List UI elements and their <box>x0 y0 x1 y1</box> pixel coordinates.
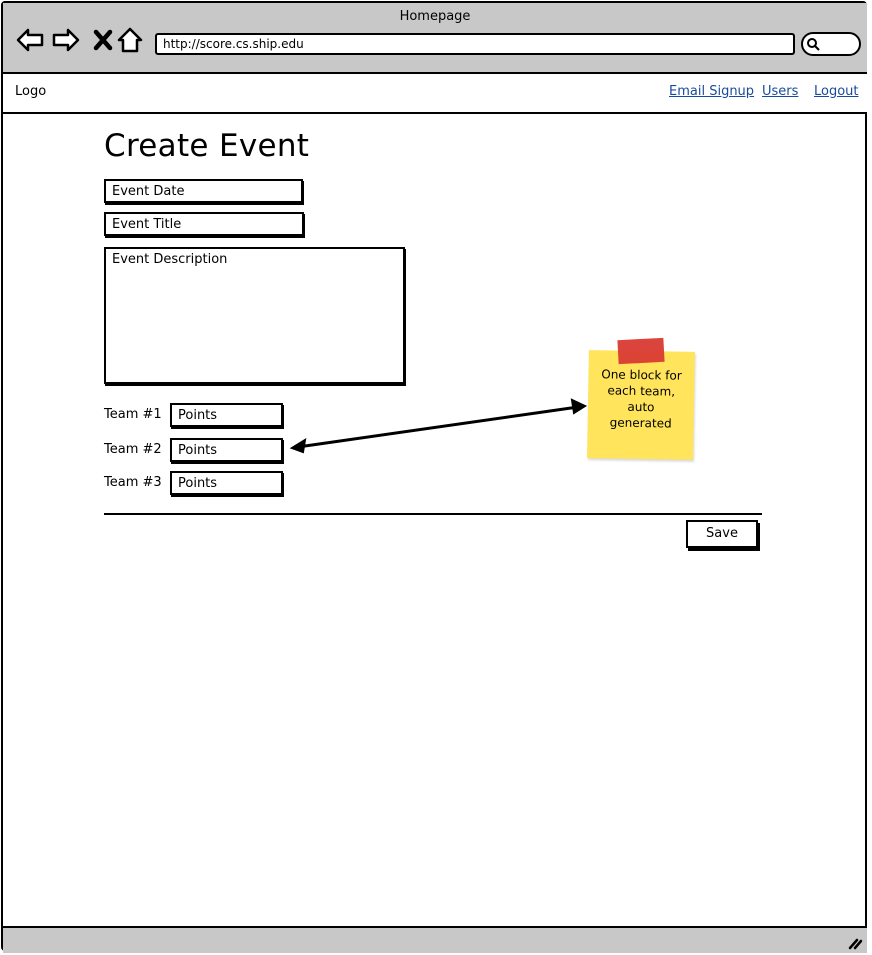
status-bar <box>3 926 867 953</box>
sticky-note: One block for each team, auto generated <box>587 350 695 460</box>
sticky-note-line: One block for <box>601 367 682 383</box>
tape <box>617 337 665 365</box>
annotation-arrow <box>289 398 588 454</box>
sticky-note-line: generated <box>609 415 672 431</box>
sticky-note-line: each team, <box>607 383 676 399</box>
resize-grip-icon[interactable] <box>847 936 863 950</box>
sticky-note-line: auto <box>627 399 655 415</box>
